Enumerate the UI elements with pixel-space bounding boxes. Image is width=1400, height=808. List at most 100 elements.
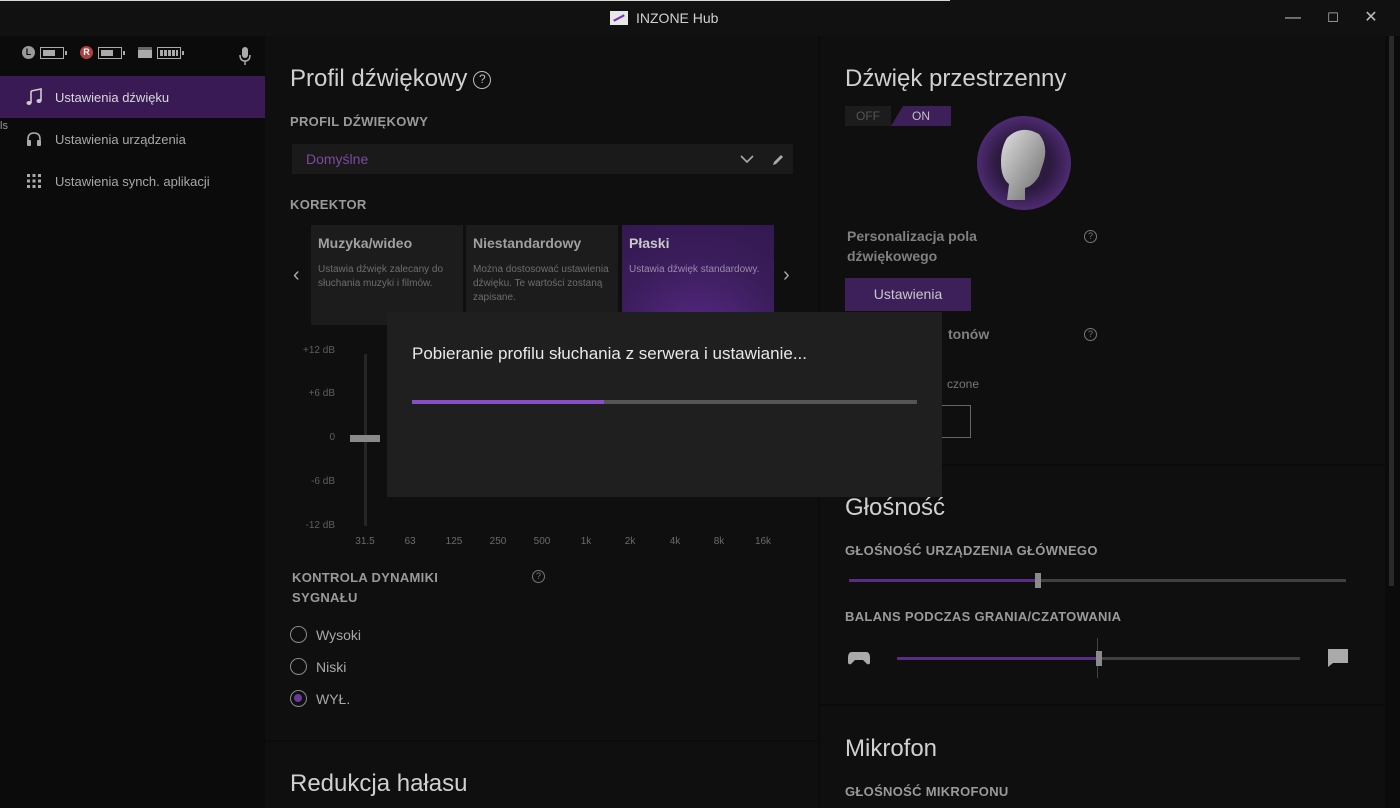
head-model-icon [1001,129,1046,200]
freq-label: 125 [445,536,463,547]
balance-label: BALANS PODCZAS GRANIA/CZATOWANIA [845,609,1122,624]
slider-fill [897,657,1099,660]
spatial-toggle[interactable]: OFF ON [845,106,951,126]
preset-title: Niestandardowy [473,235,582,251]
partial-label: tonów [948,326,990,342]
db-label: -12 dB [305,520,335,531]
gamepad-icon [848,652,870,665]
sound-profile-title: Profil dźwiękowy? [290,65,492,93]
radio-label: Wysoki [316,626,361,643]
microphone-icon[interactable] [238,46,252,66]
preset-prev-icon[interactable]: ‹ [293,264,300,287]
radio-icon [290,626,307,643]
left-battery-icon [40,46,67,59]
microphone-title: Mikrofon [845,735,938,762]
volume-title: Głośność [845,494,946,521]
settings-button[interactable]: Ustawienia [845,278,971,311]
freq-label: 250 [489,536,507,547]
balance-slider[interactable] [897,651,1300,666]
case-battery-icon [157,46,184,59]
loading-message: Pobieranie profilu słuchania z serwera i… [412,344,807,363]
personalization-help-icon[interactable]: ? [1084,230,1097,243]
minimize-button[interactable]: — [1282,8,1304,28]
partial-status-text: czone [947,377,980,391]
scrollbar[interactable] [1389,36,1394,586]
head-avatar [977,116,1071,210]
personalization-label: Personalizacja pola dźwiękowego [847,228,977,264]
db-label: +12 dB [303,345,335,356]
main-volume-label: GŁOŚNOŚĆ URZĄDZENIA GŁÓWNEGO [845,543,1098,558]
profile-label: PROFIL DŹWIĘKOWY [290,114,429,129]
toggle-off-label: OFF [845,106,891,126]
dynamics-help-icon[interactable]: ? [532,570,545,583]
freq-label: 500 [533,536,551,547]
profile-select-value: Domyślne [306,151,369,167]
right-earbud-badge: R [80,46,93,59]
title-bar-highlight [0,0,950,1]
headphones-icon [26,132,41,146]
preset-title: Muzyka/wideo [318,235,413,251]
profile-select[interactable]: Domyślne [292,144,764,174]
sidebar-item-label: Ustawienia urządzenia [55,131,186,147]
microphone-panel: Mikrofon GŁOŚNOŚĆ MIKROFONU [820,706,1385,808]
freq-label: 2k [624,536,636,547]
preset-card-custom[interactable]: Niestandardowy Można dostosować ustawien… [466,225,618,325]
slider-knob[interactable] [1095,651,1102,666]
progress-bar [412,400,917,404]
preset-desc: Można dostosować ustawienia dźwięku. Te … [473,264,609,303]
dynamics-option-low[interactable]: Niski [290,658,346,675]
preset-next-icon[interactable]: › [783,264,790,287]
loading-dialog: Pobieranie profilu słuchania z serwera i… [387,312,942,497]
radio-icon-selected [290,690,307,707]
help-icon[interactable]: ? [473,70,492,89]
main-volume-slider[interactable] [849,573,1346,588]
dongle-icon [138,47,152,58]
close-button[interactable]: ✕ [1360,8,1382,28]
chevron-down-icon [740,154,754,163]
radio-label: WYŁ. [316,690,351,707]
sidebar-item-label: Ustawienia dźwięku [55,89,170,105]
slider-fill [849,579,1038,582]
preset-desc: Ustawia dźwięk standardowy. [629,264,760,275]
music-note-icon [26,88,42,105]
right-battery-icon [98,46,125,59]
dynamics-option-high[interactable]: Wysoki [290,626,361,643]
freq-label: 8k [713,536,725,547]
sidebar-item-device-settings[interactable]: Ustawienia urządzenia [0,118,265,160]
sound-profile-title-text: Profil dźwiękowy [290,65,468,92]
maximize-button[interactable]: ☐ [1322,8,1344,28]
pencil-icon [772,154,783,165]
left-earbud-badge: L [22,46,35,59]
dynamics-option-off[interactable]: WYŁ. [290,690,350,707]
freq-label: 4k [669,536,681,547]
db-label: -6 dB [311,476,335,487]
db-label: 0 [329,432,335,443]
preset-title: Płaski [629,235,670,251]
preset-card-flat[interactable]: Płaski Ustawia dźwięk standardowy. [622,225,774,325]
freq-label: 31.5 [355,536,375,547]
radio-label: Niski [316,658,347,675]
app-title: INZONE Hub [610,10,718,26]
equalizer-label: KOREKTOR [290,197,367,212]
chat-icon [1328,649,1348,667]
sidebar-item-label: Ustawienia synch. aplikacji [55,173,210,189]
radio-icon [290,658,307,675]
noise-reduction-panel: Redukcja hałasu [265,742,818,808]
tone-help-icon[interactable]: ? [1084,328,1097,341]
freq-label: 63 [404,536,416,547]
noise-reduction-title: Redukcja hałasu [290,770,468,797]
title-bar: INZONE Hub — ☐ ✕ [0,0,1400,36]
db-label: +6 dB [308,388,335,399]
slider-knob[interactable] [1034,573,1041,588]
sidebar-item-app-sync[interactable]: Ustawienia synch. aplikacji [0,160,265,202]
freq-label: 16k [754,536,772,547]
eq-band-knob[interactable] [350,435,380,442]
volume-panel: Głośność GŁOŚNOŚĆ URZĄDZENIA GŁÓWNEGO BA… [820,466,1385,704]
edit-profile-button[interactable] [763,144,793,174]
preset-card-music-video[interactable]: Muzyka/wideo Ustawia dźwięk zalecany do … [311,225,463,325]
spatial-sound-title: Dźwięk przestrzenny [845,65,1067,92]
sidebar-item-sound-settings[interactable]: Ustawienia dźwięku [0,76,265,118]
sidebar: L R ls Ustawienia dźwięku Ustawienia urz… [0,36,265,808]
preset-desc: Ustawia dźwięk zalecany do słuchania muz… [318,264,444,289]
mic-volume-label: GŁOŚNOŚĆ MIKROFONU [845,784,1009,799]
